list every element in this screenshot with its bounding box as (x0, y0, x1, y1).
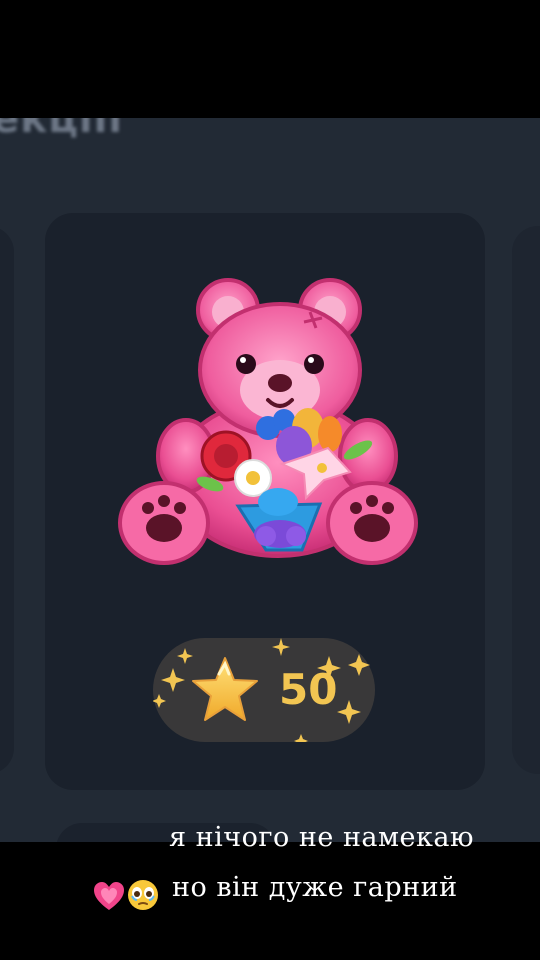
gift-card-left-partial[interactable] (0, 226, 14, 774)
teddy-bear-icon (118, 278, 418, 565)
top-letterbox (0, 0, 540, 118)
gift-card-right-partial[interactable] (512, 226, 540, 774)
price-value: 50 (279, 665, 338, 714)
growing-heart-icon (94, 882, 124, 910)
caption-line-2: но він дуже гарний (172, 872, 458, 903)
section-heading: екціїї (0, 118, 124, 142)
caption-line-1: я нічого не намекаю (169, 822, 474, 853)
price-button[interactable]: 50 (153, 638, 375, 742)
star-icon (192, 657, 258, 721)
sparkles-icon (153, 638, 370, 742)
face-holding-back-tears-icon (128, 880, 158, 910)
